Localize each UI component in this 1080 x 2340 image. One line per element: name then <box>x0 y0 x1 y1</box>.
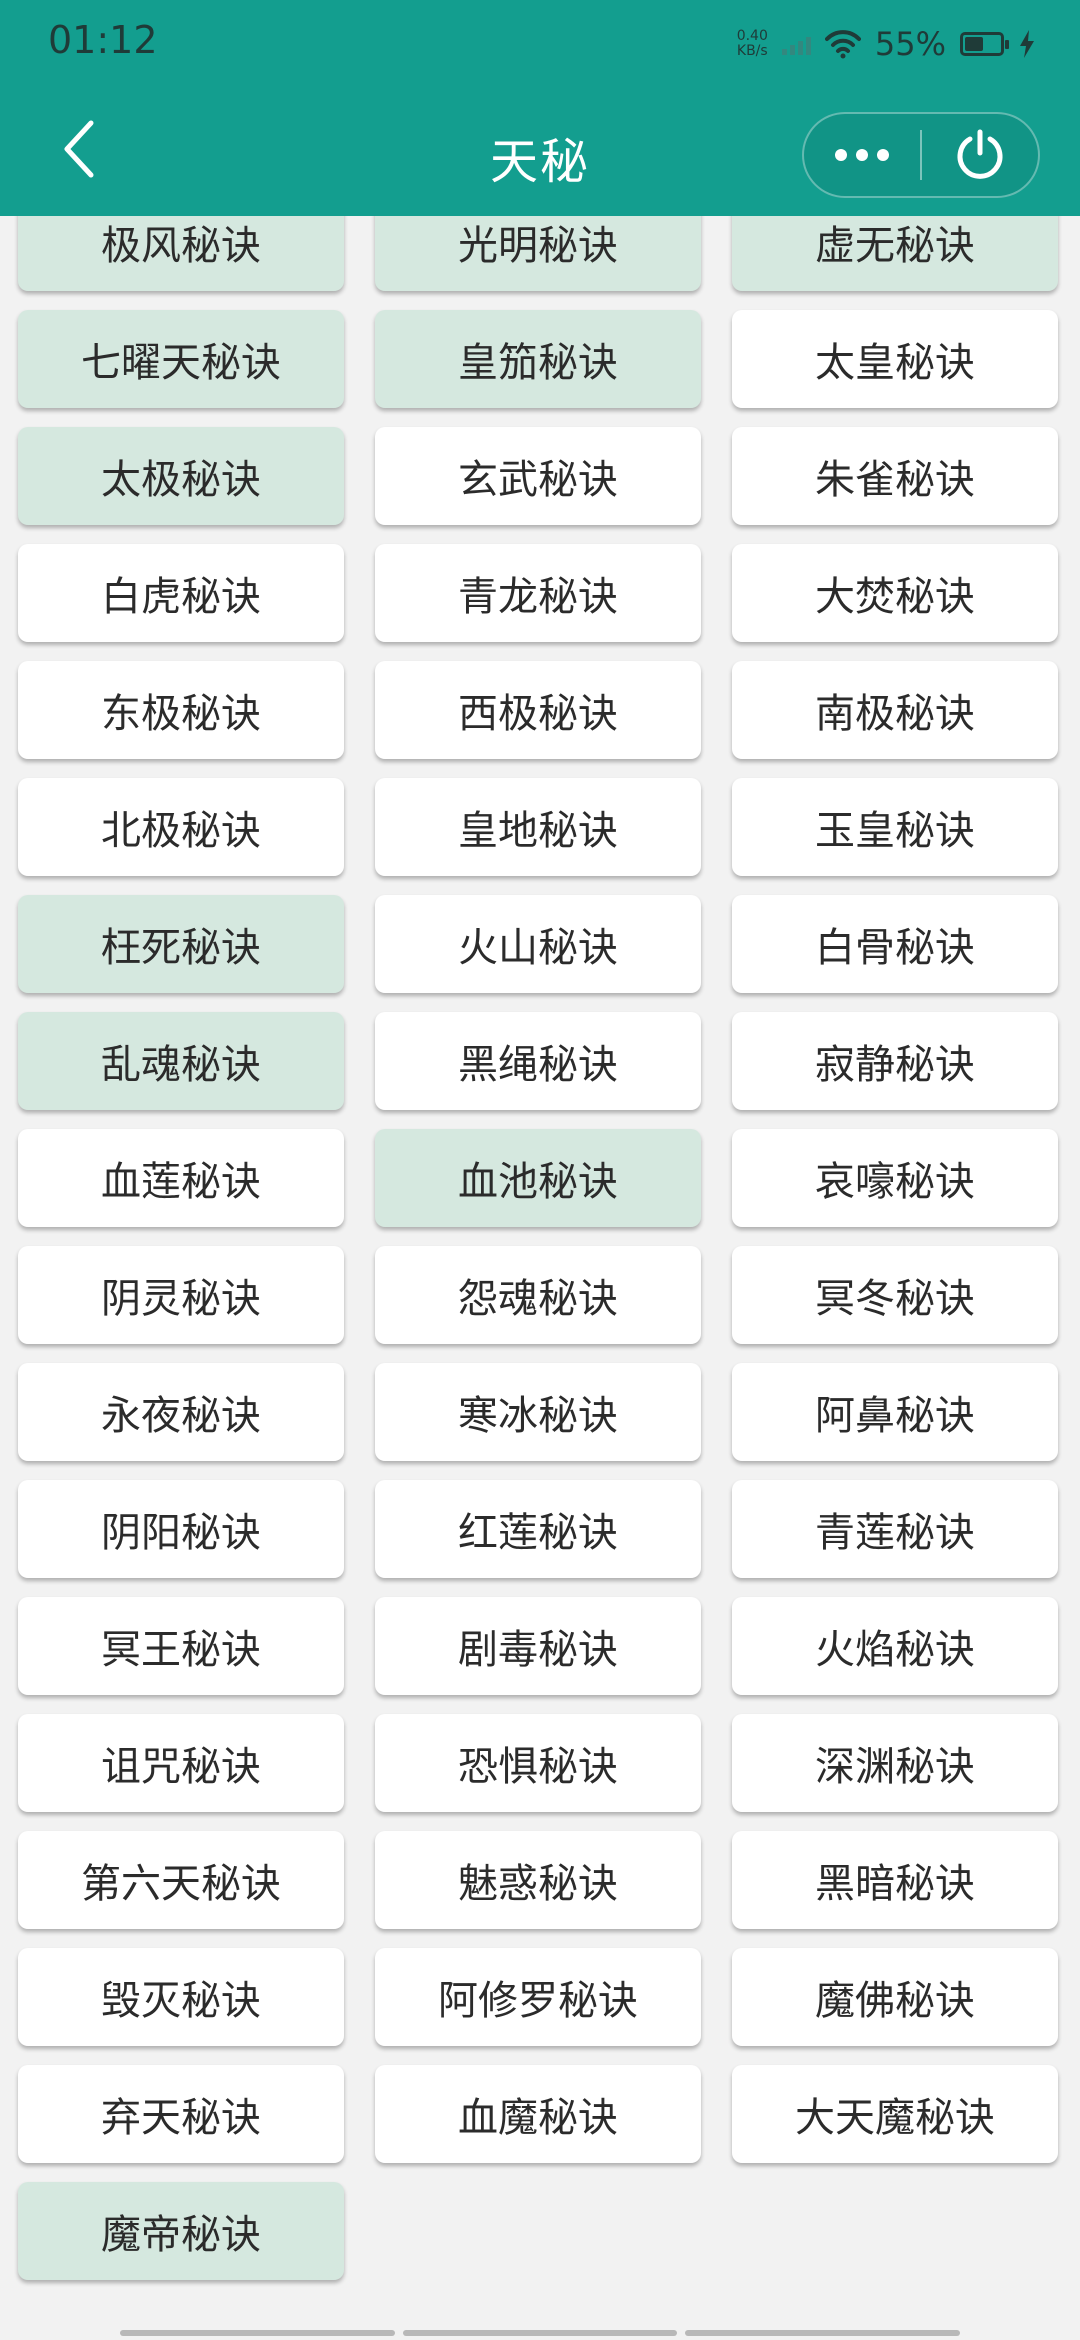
secret-button[interactable]: 阴灵秘诀 <box>18 1246 344 1344</box>
nav-bar: 天秘 <box>0 84 1080 216</box>
secret-button[interactable]: 血莲秘诀 <box>18 1129 344 1227</box>
secret-button[interactable]: 朱雀秘诀 <box>732 427 1058 525</box>
status-bar: 01:12 0.40 KB/s 55% <box>0 0 1080 84</box>
secret-button[interactable]: 大天魔秘诀 <box>732 2065 1058 2163</box>
secret-button[interactable]: 黑暗秘诀 <box>732 1831 1058 1929</box>
secret-button[interactable]: 青龙秘诀 <box>375 544 701 642</box>
secret-button[interactable]: 光明秘诀 <box>375 216 701 291</box>
secret-button[interactable]: 魔佛秘诀 <box>732 1948 1058 2046</box>
close-button[interactable] <box>922 112 1038 198</box>
secret-button[interactable]: 七曜天秘诀 <box>18 310 344 408</box>
secret-grid: 极风秘诀 光明秘诀 虚无秘诀七曜天秘诀 皇笳秘诀 太皇秘诀太极秘诀 玄武秘诀 朱雀秘诀白虎秘… <box>18 216 1062 2280</box>
secret-button[interactable]: 皇地秘诀 <box>375 778 701 876</box>
secret-button[interactable]: 太极秘诀 <box>18 427 344 525</box>
secret-button[interactable]: 剧毒秘诀 <box>375 1597 701 1695</box>
secret-button[interactable]: 白虎秘诀 <box>18 544 344 642</box>
secret-button[interactable]: 黑绳秘诀 <box>375 1012 701 1110</box>
secret-button[interactable]: 诅咒秘诀 <box>18 1714 344 1812</box>
secret-button[interactable]: 寒冰秘诀 <box>375 1363 701 1461</box>
status-time: 01:12 <box>48 18 158 62</box>
secret-button[interactable]: 乱魂秘诀 <box>18 1012 344 1110</box>
secret-button[interactable]: 火山秘诀 <box>375 895 701 993</box>
secret-button[interactable]: 青莲秘诀 <box>732 1480 1058 1578</box>
secret-button[interactable]: 弃天秘诀 <box>18 2065 344 2163</box>
battery-icon <box>960 32 1009 56</box>
secret-button[interactable]: 白骨秘诀 <box>732 895 1058 993</box>
secret-button[interactable]: 永夜秘诀 <box>18 1363 344 1461</box>
secret-button[interactable]: 皇笳秘诀 <box>375 310 701 408</box>
secret-button[interactable]: 阴阳秘诀 <box>18 1480 344 1578</box>
secret-button[interactable]: 阿鼻秘诀 <box>732 1363 1058 1461</box>
secret-button[interactable]: 红莲秘诀 <box>375 1480 701 1578</box>
secret-button[interactable]: 玉皇秘诀 <box>732 778 1058 876</box>
secret-button[interactable]: 冥冬秘诀 <box>732 1246 1058 1344</box>
scroll-indicator <box>120 2330 961 2336</box>
secret-button[interactable]: 哀嚎秘诀 <box>732 1129 1058 1227</box>
secret-button[interactable]: 冥王秘诀 <box>18 1597 344 1695</box>
secret-button[interactable]: 魔帝秘诀 <box>18 2182 344 2280</box>
secret-button[interactable]: 南极秘诀 <box>732 661 1058 759</box>
secret-button[interactable]: 极风秘诀 <box>18 216 344 291</box>
mini-program-capsule <box>802 112 1040 198</box>
cellular-signal-icon <box>781 33 811 55</box>
secret-button[interactable]: 大焚秘诀 <box>732 544 1058 642</box>
battery-percent: 55% <box>874 25 946 63</box>
wifi-icon <box>824 30 861 59</box>
secret-list[interactable]: 极风秘诀 光明秘诀 虚无秘诀七曜天秘诀 皇笳秘诀 太皇秘诀太极秘诀 玄武秘诀 朱雀秘诀白虎秘… <box>0 216 1080 2340</box>
app-header: 01:12 0.40 KB/s 55% 天秘 <box>0 0 1080 216</box>
secret-button[interactable]: 枉死秘诀 <box>18 895 344 993</box>
secret-button[interactable]: 魅惑秘诀 <box>375 1831 701 1929</box>
secret-button[interactable]: 虚无秘诀 <box>732 216 1058 291</box>
secret-button[interactable]: 北极秘诀 <box>18 778 344 876</box>
secret-button[interactable]: 火焰秘诀 <box>732 1597 1058 1695</box>
secret-button[interactable]: 恐惧秘诀 <box>375 1714 701 1812</box>
secret-button[interactable]: 太皇秘诀 <box>732 310 1058 408</box>
secret-button[interactable]: 毁灭秘诀 <box>18 1948 344 2046</box>
secret-button[interactable]: 血魔秘诀 <box>375 2065 701 2163</box>
secret-button[interactable]: 血池秘诀 <box>375 1129 701 1227</box>
network-speed-unit: KB/s <box>736 43 768 59</box>
secret-button[interactable]: 寂静秘诀 <box>732 1012 1058 1110</box>
more-dots-icon <box>835 149 889 161</box>
network-speed: 0.40 KB/s <box>737 29 768 59</box>
secret-button[interactable]: 阿修罗秘诀 <box>375 1948 701 2046</box>
secret-button[interactable]: 怨魂秘诀 <box>375 1246 701 1344</box>
status-icons: 0.40 KB/s 55% <box>737 22 1036 66</box>
network-speed-value: 0.40 <box>736 28 768 44</box>
secret-button[interactable]: 玄武秘诀 <box>375 427 701 525</box>
secret-button[interactable]: 深渊秘诀 <box>732 1714 1058 1812</box>
charging-icon <box>1020 30 1034 58</box>
secret-button[interactable]: 第六天秘诀 <box>18 1831 344 1929</box>
power-icon <box>957 129 1003 179</box>
secret-button[interactable]: 东极秘诀 <box>18 661 344 759</box>
secret-button[interactable]: 西极秘诀 <box>375 661 701 759</box>
more-button[interactable] <box>804 112 920 198</box>
